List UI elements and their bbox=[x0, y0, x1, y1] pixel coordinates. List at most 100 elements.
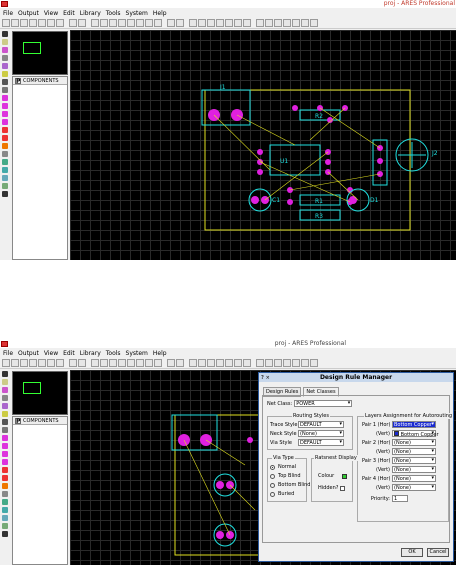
grid-icon[interactable] bbox=[78, 359, 86, 367]
decompose-icon[interactable] bbox=[243, 19, 251, 27]
export-icon[interactable] bbox=[38, 19, 46, 27]
zoom-area-icon[interactable] bbox=[154, 359, 162, 367]
menu-view[interactable]: View bbox=[44, 9, 58, 18]
block-delete-icon[interactable] bbox=[216, 359, 224, 367]
block-copy-icon[interactable] bbox=[189, 19, 197, 27]
block-delete-icon[interactable] bbox=[216, 19, 224, 27]
text-tool-icon[interactable] bbox=[2, 531, 8, 537]
zoom-all-icon[interactable] bbox=[145, 19, 153, 27]
edge-pad-icon[interactable] bbox=[2, 459, 8, 465]
track-tool-icon[interactable] bbox=[2, 395, 8, 401]
power-plane-icon[interactable] bbox=[301, 19, 309, 27]
metric-icon[interactable] bbox=[109, 359, 117, 367]
open-file-icon[interactable] bbox=[11, 19, 19, 27]
path-tool-icon[interactable] bbox=[2, 183, 8, 189]
print-icon[interactable] bbox=[47, 19, 55, 27]
redo-icon[interactable] bbox=[176, 359, 184, 367]
menu-edit[interactable]: Edit bbox=[63, 9, 75, 18]
dil-pad-icon[interactable] bbox=[2, 451, 8, 457]
autoroute-icon[interactable] bbox=[256, 359, 264, 367]
padstack-icon[interactable] bbox=[2, 483, 8, 489]
block-rotate-icon[interactable] bbox=[207, 359, 215, 367]
block-move-icon[interactable] bbox=[198, 359, 206, 367]
component-tool-icon[interactable] bbox=[2, 379, 8, 385]
make-package-icon[interactable] bbox=[234, 359, 242, 367]
menu-help[interactable]: Help bbox=[153, 9, 167, 18]
cancel-button[interactable]: Cancel bbox=[427, 548, 449, 557]
net-class-select[interactable]: POWER bbox=[294, 400, 353, 407]
autoplace-icon[interactable] bbox=[265, 19, 273, 27]
print-icon[interactable] bbox=[47, 359, 55, 367]
save-icon[interactable] bbox=[20, 359, 28, 367]
package-tool-icon[interactable] bbox=[2, 387, 8, 393]
search-icon[interactable] bbox=[283, 359, 291, 367]
track-tool-icon[interactable] bbox=[2, 55, 8, 61]
netlist-icon[interactable] bbox=[100, 359, 108, 367]
decompose-icon[interactable] bbox=[243, 359, 251, 367]
neck-style-select[interactable]: (None) bbox=[298, 430, 344, 437]
autoplace-icon[interactable] bbox=[265, 359, 273, 367]
smt-pad-icon[interactable] bbox=[2, 467, 8, 473]
menu-tools[interactable]: Tools bbox=[106, 349, 121, 358]
power-plane-icon[interactable] bbox=[301, 359, 309, 367]
make-package-icon[interactable] bbox=[234, 19, 242, 27]
ratsnest-tool-icon[interactable] bbox=[2, 419, 8, 425]
block-move-icon[interactable] bbox=[198, 19, 206, 27]
zoom-area-icon[interactable] bbox=[154, 19, 162, 27]
path-tool-icon[interactable] bbox=[2, 523, 8, 529]
pick-button[interactable]: P bbox=[15, 77, 21, 84]
save-icon[interactable] bbox=[20, 19, 28, 27]
via-type-option[interactable]: Normal bbox=[270, 464, 296, 470]
pair-select[interactable]: (None) bbox=[392, 457, 436, 464]
line-tool-icon[interactable] bbox=[2, 151, 8, 157]
selection-tool-icon[interactable] bbox=[2, 371, 8, 377]
refresh-icon[interactable] bbox=[69, 19, 77, 27]
round-pad-icon[interactable] bbox=[2, 95, 8, 101]
square-pad-icon[interactable] bbox=[2, 443, 8, 449]
circle-tool-icon[interactable] bbox=[2, 507, 8, 513]
menu-view[interactable]: View bbox=[44, 349, 58, 358]
origin-icon[interactable] bbox=[118, 359, 126, 367]
open-file-icon[interactable] bbox=[11, 359, 19, 367]
trace-style-select[interactable]: DEFAULT bbox=[298, 421, 344, 428]
refresh-icon[interactable] bbox=[69, 359, 77, 367]
round-pad-icon[interactable] bbox=[2, 435, 8, 441]
layers-icon[interactable] bbox=[91, 19, 99, 27]
menu-tools[interactable]: Tools bbox=[106, 9, 121, 18]
circle-tool-icon[interactable] bbox=[2, 167, 8, 173]
menu-library[interactable]: Library bbox=[80, 9, 101, 18]
pick-device-icon[interactable] bbox=[225, 359, 233, 367]
via-style-select[interactable]: DEFAULT bbox=[298, 439, 344, 446]
via-type-option[interactable]: Bottom Blind bbox=[270, 482, 310, 488]
editing-canvas[interactable]: J1 R2 U1 C1 R1 R3 D1 J2 bbox=[70, 30, 456, 260]
padstack-icon[interactable] bbox=[2, 143, 8, 149]
pair-select[interactable]: Bottom Copper bbox=[392, 421, 436, 428]
pair-select[interactable]: (None) bbox=[392, 439, 436, 446]
menu-output[interactable]: Output bbox=[18, 9, 39, 18]
zone-tool-icon[interactable] bbox=[2, 71, 8, 77]
polygon-pad-icon[interactable] bbox=[2, 475, 8, 481]
connectivity-tool-icon[interactable] bbox=[2, 87, 8, 93]
pair-select[interactable]: (None) bbox=[392, 448, 436, 455]
package-tool-icon[interactable] bbox=[2, 47, 8, 53]
via-tool-icon[interactable] bbox=[2, 63, 8, 69]
pair-select[interactable]: (None) bbox=[392, 475, 436, 482]
connectivity-tool-icon[interactable] bbox=[2, 427, 8, 433]
undo-icon[interactable] bbox=[167, 359, 175, 367]
pair-select[interactable]: Bottom Copper bbox=[392, 430, 439, 438]
block-rotate-icon[interactable] bbox=[207, 19, 215, 27]
search-icon[interactable] bbox=[283, 19, 291, 27]
text-tool-icon[interactable] bbox=[2, 191, 8, 197]
drc-icon[interactable] bbox=[274, 19, 282, 27]
block-copy-icon[interactable] bbox=[189, 359, 197, 367]
menu-edit[interactable]: Edit bbox=[63, 349, 75, 358]
hidden-checkbox[interactable] bbox=[340, 485, 346, 491]
component-tool-icon[interactable] bbox=[2, 39, 8, 45]
grid-icon[interactable] bbox=[78, 19, 86, 27]
export-icon[interactable] bbox=[38, 359, 46, 367]
menu-library[interactable]: Library bbox=[80, 349, 101, 358]
dil-pad-icon[interactable] bbox=[2, 111, 8, 117]
pick-device-icon[interactable] bbox=[225, 19, 233, 27]
new-file-icon[interactable] bbox=[2, 359, 10, 367]
menu-file[interactable]: File bbox=[3, 349, 13, 358]
